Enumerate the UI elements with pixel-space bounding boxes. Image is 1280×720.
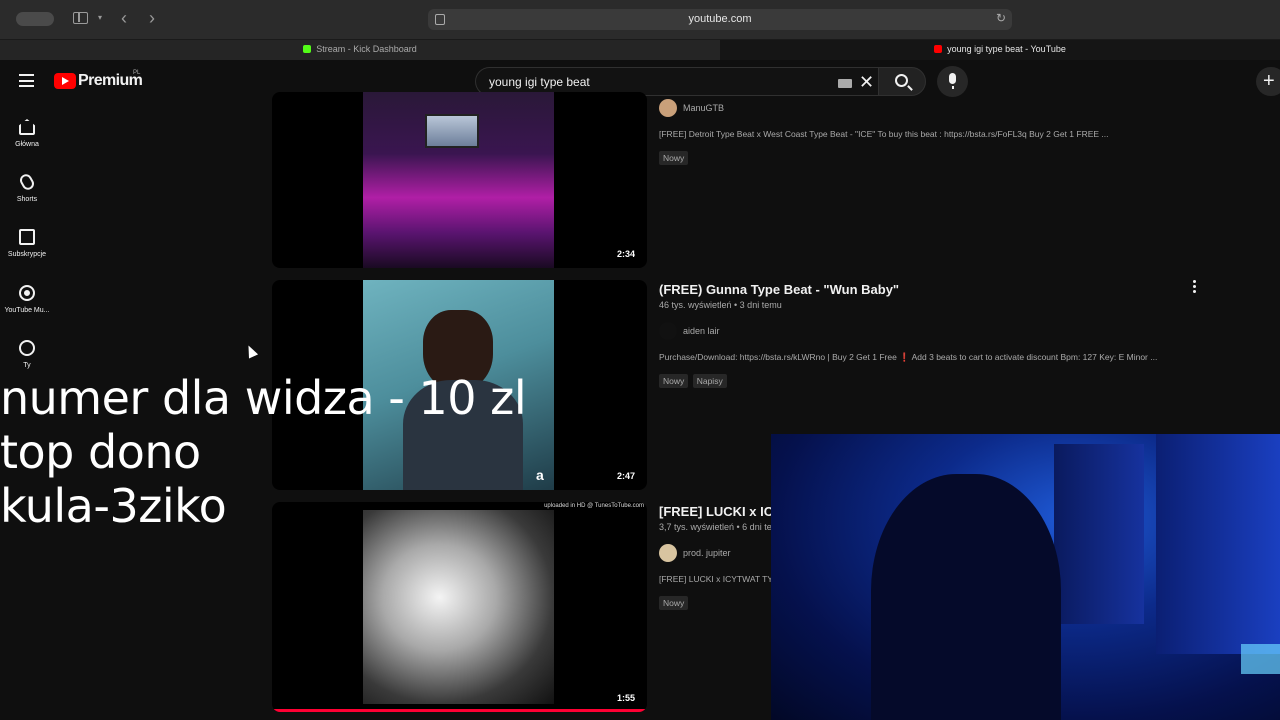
thumbnail-detail	[425, 114, 479, 148]
subscriptions-icon	[19, 229, 35, 245]
badge-captions: Napisy	[692, 374, 727, 388]
voice-search-button[interactable]	[937, 66, 968, 97]
guide-item-you[interactable]: Ty	[0, 340, 54, 369]
guide-label: Ty	[23, 362, 31, 369]
thumbnail-watermark: a	[536, 467, 544, 483]
kick-icon	[303, 45, 312, 53]
guide-label: Subskrypcje	[7, 251, 47, 258]
overlay-line: numer dla widza - 10 zl	[0, 371, 527, 425]
browser-toolbar: ▾ ‹ › youtube.com ↻	[0, 0, 1280, 40]
youtube-logo-icon[interactable]	[54, 73, 76, 89]
video-thumbnail[interactable]: 2:34	[272, 92, 647, 268]
webcam-light	[1241, 644, 1280, 674]
webcam-overlay	[771, 434, 1280, 720]
you-icon	[19, 340, 35, 356]
video-description: [FREE] LUCKI x ICYTWAT TY	[659, 574, 773, 584]
guide-item-shorts[interactable]: Shorts	[0, 172, 54, 203]
guide-label: Shorts	[16, 196, 38, 203]
video-duration: 2:47	[613, 470, 638, 482]
thumbnail-image	[363, 510, 554, 704]
address-bar[interactable]: youtube.com ↻	[428, 9, 1012, 30]
back-icon[interactable]: ‹	[121, 8, 127, 29]
channel-avatar[interactable]	[659, 99, 677, 117]
webcam-person	[871, 474, 1061, 720]
window-controls[interactable]	[16, 12, 54, 26]
video-title[interactable]: [FREE] LUCKI x ICY	[659, 504, 782, 519]
reload-icon[interactable]: ↻	[996, 11, 1006, 25]
search-query: young igi type beat	[489, 75, 590, 89]
stream-overlay-text: numer dla widza - 10 zl top dono kula-3z…	[0, 371, 527, 534]
tab-kick-dashboard[interactable]: Stream - Kick Dashboard	[0, 40, 720, 60]
page-menu-icon[interactable]	[435, 14, 445, 25]
video-description: [FREE] Detroit Type Beat x West Coast Ty…	[659, 129, 1109, 139]
overlay-line: top dono	[0, 425, 201, 479]
overlay-line: kula-3ziko	[0, 479, 227, 533]
tab-youtube[interactable]: young igi type beat - YouTube	[720, 40, 1280, 60]
guide-item-youtube-music[interactable]: YouTube Mu...	[0, 285, 54, 314]
youtube-music-icon	[19, 285, 35, 301]
chevron-down-icon[interactable]: ▾	[98, 13, 102, 22]
search-icon	[895, 74, 908, 87]
channel-avatar[interactable]	[659, 544, 677, 562]
keyboard-icon[interactable]	[838, 79, 852, 88]
badge-new: Nowy	[659, 374, 689, 388]
create-button[interactable]: +	[1256, 67, 1280, 96]
tab-bar: Stream - Kick Dashboard young igi type b…	[0, 40, 1280, 60]
channel-avatar[interactable]	[659, 322, 677, 340]
guide-item-subscriptions[interactable]: Subskrypcje	[0, 229, 54, 258]
badge-row: Nowy	[659, 593, 689, 611]
webcam-panel	[1156, 434, 1280, 654]
channel-name[interactable]: prod. jupiter	[683, 548, 731, 558]
country-code: PL	[133, 70, 141, 76]
badge-row: Nowy	[659, 148, 689, 166]
video-title[interactable]: (FREE) Gunna Type Beat - "Wun Baby"	[659, 282, 899, 297]
tab-label: young igi type beat - YouTube	[947, 44, 1066, 54]
thumbnail-caption: uploaded in HD @ TunesToTube.com	[544, 503, 644, 509]
video-meta: 46 tys. wyświetleń • 3 dni temu	[659, 300, 782, 310]
webcam-panel	[1054, 444, 1144, 624]
channel-name[interactable]: ManuGTB	[683, 103, 724, 113]
sidebar-toggle-icon[interactable]	[73, 12, 88, 24]
video-description: Purchase/Download: https://bsta.rs/kLWRn…	[659, 352, 1158, 362]
hamburger-menu-icon[interactable]	[19, 74, 34, 87]
youtube-icon	[934, 45, 943, 53]
watch-progress-bar	[272, 709, 647, 712]
tab-label: Stream - Kick Dashboard	[316, 44, 417, 54]
video-meta: 3,7 tys. wyświetleń • 6 dni te	[659, 522, 772, 532]
video-duration: 2:34	[613, 248, 638, 260]
more-options-icon[interactable]	[1189, 280, 1199, 294]
guide-label: Główna	[15, 141, 39, 148]
badge-new: Nowy	[659, 151, 689, 165]
shorts-icon	[17, 172, 37, 192]
thumbnail-image	[363, 92, 554, 268]
badge-row: Nowy Napisy	[659, 371, 727, 389]
forward-icon[interactable]: ›	[149, 8, 155, 29]
channel-name[interactable]: aiden lair	[683, 326, 720, 336]
address-text: youtube.com	[688, 13, 752, 25]
microphone-icon	[949, 73, 956, 89]
guide-label: YouTube Mu...	[4, 307, 50, 314]
video-duration: 1:55	[613, 692, 638, 704]
home-icon	[19, 119, 35, 135]
clear-icon[interactable]: ✕	[859, 72, 874, 92]
mouse-cursor-icon	[243, 343, 259, 359]
search-button[interactable]	[878, 67, 926, 96]
guide-item-home[interactable]: Główna	[0, 119, 54, 148]
badge-new: Nowy	[659, 596, 689, 610]
